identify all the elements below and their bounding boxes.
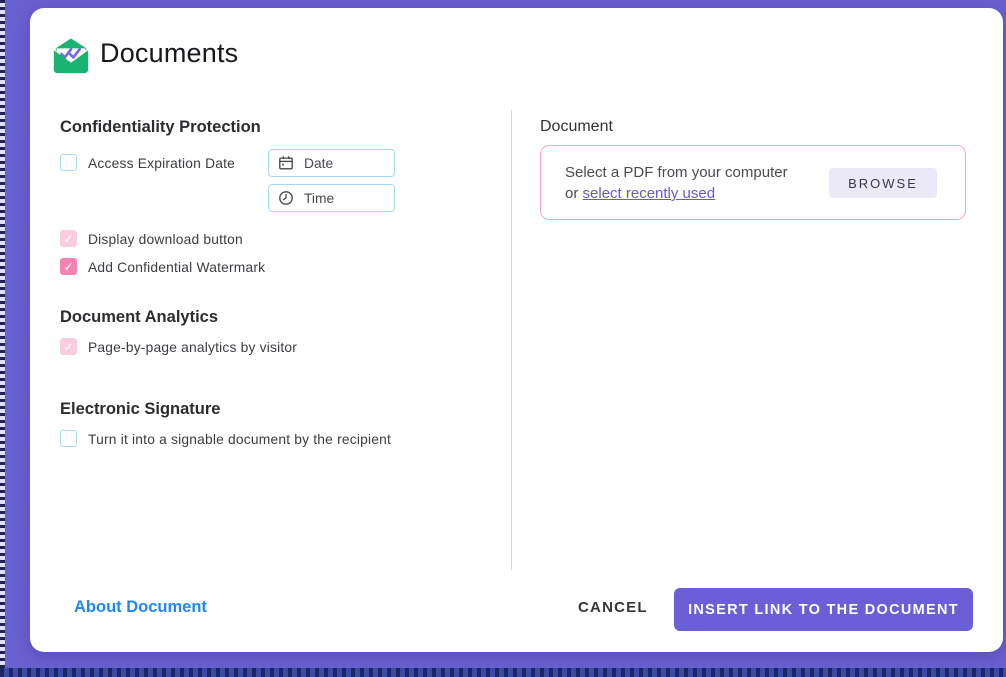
date-input[interactable]	[268, 149, 395, 177]
pdf-drop-area: Select a PDF from your computer or selec…	[540, 145, 966, 220]
time-input[interactable]	[268, 184, 395, 212]
clock-icon	[278, 190, 294, 206]
checkbox-signable-document[interactable]: ✓	[60, 430, 77, 447]
date-input-field[interactable]	[304, 156, 384, 171]
calendar-icon	[278, 155, 294, 171]
cancel-button[interactable]: CANCEL	[578, 599, 648, 616]
label-signable-document: Turn it into a signable document by the …	[88, 432, 391, 447]
screen-bottom-texture	[0, 668, 1006, 677]
checkbox-page-analytics[interactable]: ✓	[60, 338, 77, 355]
dialog-title: Documents	[100, 38, 238, 69]
pdf-select-text: Select a PDF from your computer or selec…	[565, 162, 788, 204]
section-signature-heading: Electronic Signature	[60, 400, 220, 419]
time-input-field[interactable]	[304, 191, 384, 206]
label-page-analytics: Page-by-page analytics by visitor	[88, 340, 297, 355]
checkbox-confidential-watermark[interactable]: ✓	[60, 258, 77, 275]
label-display-download: Display download button	[88, 232, 243, 247]
pdf-or-text: or	[565, 185, 583, 202]
about-document-link[interactable]: About Document	[74, 598, 207, 617]
section-document-heading: Document	[540, 118, 613, 136]
screen-left-texture	[0, 0, 5, 677]
browse-button[interactable]: BROWSE	[829, 168, 937, 198]
envelope-double-check-icon	[50, 36, 92, 76]
checkbox-access-expiration[interactable]: ✓	[60, 154, 77, 171]
insert-link-button[interactable]: INSERT LINK TO THE DOCUMENT	[674, 588, 973, 631]
pdf-select-line: Select a PDF from your computer	[565, 164, 788, 181]
select-recently-used-link[interactable]: select recently used	[583, 185, 716, 202]
label-confidential-watermark: Add Confidential Watermark	[88, 260, 265, 275]
checkbox-display-download[interactable]: ✓	[60, 230, 77, 247]
section-confidentiality-heading: Confidentiality Protection	[60, 118, 261, 137]
column-divider	[511, 110, 512, 570]
label-access-expiration: Access Expiration Date	[88, 156, 235, 171]
documents-dialog: Documents Confidentiality Protection ✓ A…	[30, 8, 1003, 652]
section-analytics-heading: Document Analytics	[60, 308, 218, 327]
